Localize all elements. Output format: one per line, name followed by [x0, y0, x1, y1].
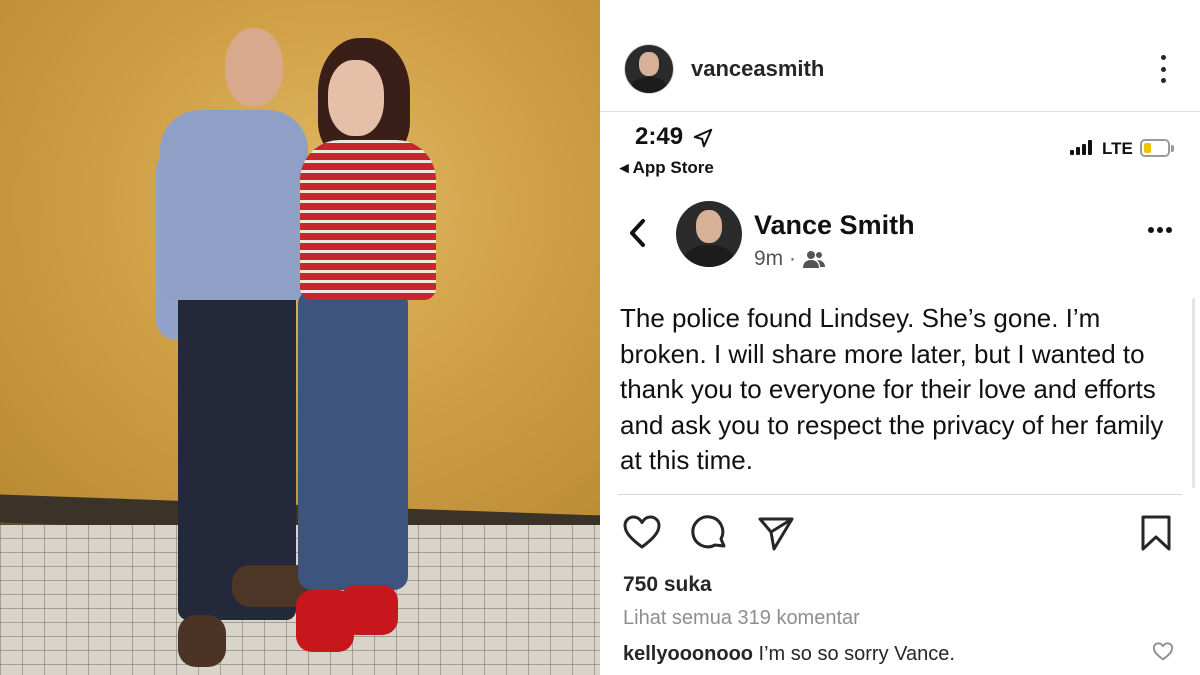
cell-signal-icon: [1070, 140, 1092, 155]
woman-face: [328, 60, 384, 136]
back-to-app-store: ◂ App Store: [620, 158, 714, 177]
post-body-text: The police found Lindsey. She’s gone. I’…: [620, 303, 1164, 475]
avatar[interactable]: [624, 44, 674, 94]
post-username[interactable]: vanceasmith: [691, 56, 824, 82]
man-shirt: [160, 110, 308, 300]
post-time: 9m ·: [754, 247, 796, 270]
embedded-facebook-screenshot: 2:49 ◂ App Store LTE Vance Smith 9m · Th…: [600, 113, 1200, 503]
woman-striped-top: [300, 140, 436, 300]
location-arrow-icon: [693, 128, 713, 148]
heart-icon[interactable]: [622, 513, 662, 553]
battery-level: [1144, 143, 1151, 153]
like-count[interactable]: 750 suka: [623, 573, 712, 597]
divider: [618, 494, 1182, 495]
comment-username[interactable]: kellyooonooo: [623, 643, 753, 665]
chevron-left-icon: [630, 219, 645, 247]
comment-icon[interactable]: [689, 513, 729, 553]
post-header: vanceasmith: [600, 0, 1200, 112]
network-type: LTE: [1102, 139, 1133, 158]
battery-icon: [1140, 139, 1174, 157]
scrollbar: [1192, 298, 1195, 488]
action-bar: [600, 505, 1200, 565]
post-panel: vanceasmith 2:49 ◂ App Store LTE Vance S…: [600, 0, 1200, 675]
comment-text: I’m so so sorry Vance.: [753, 643, 955, 665]
post-photo: [0, 0, 600, 675]
bookmark-icon[interactable]: [1136, 513, 1176, 553]
friends-icon: [803, 251, 825, 268]
woman-jeans: [298, 290, 408, 590]
more-horizontal-icon: [1148, 227, 1172, 233]
comment-heart-icon[interactable]: [1152, 641, 1174, 663]
status-time: 2:49: [635, 123, 684, 150]
man-head: [225, 28, 283, 106]
man-shoe-left: [178, 615, 226, 667]
more-vertical-icon[interactable]: [1150, 52, 1176, 86]
woman-red-shoe-right: [340, 585, 398, 635]
author-name: Vance Smith: [754, 210, 915, 240]
author-avatar: [676, 201, 742, 267]
send-icon[interactable]: [756, 513, 796, 553]
post-meta: 9m ·: [754, 247, 826, 271]
view-all-comments-link[interactable]: Lihat semua 319 komentar: [623, 607, 860, 630]
comment-item: kellyooonooo I’m so so sorry Vance.: [623, 643, 955, 666]
